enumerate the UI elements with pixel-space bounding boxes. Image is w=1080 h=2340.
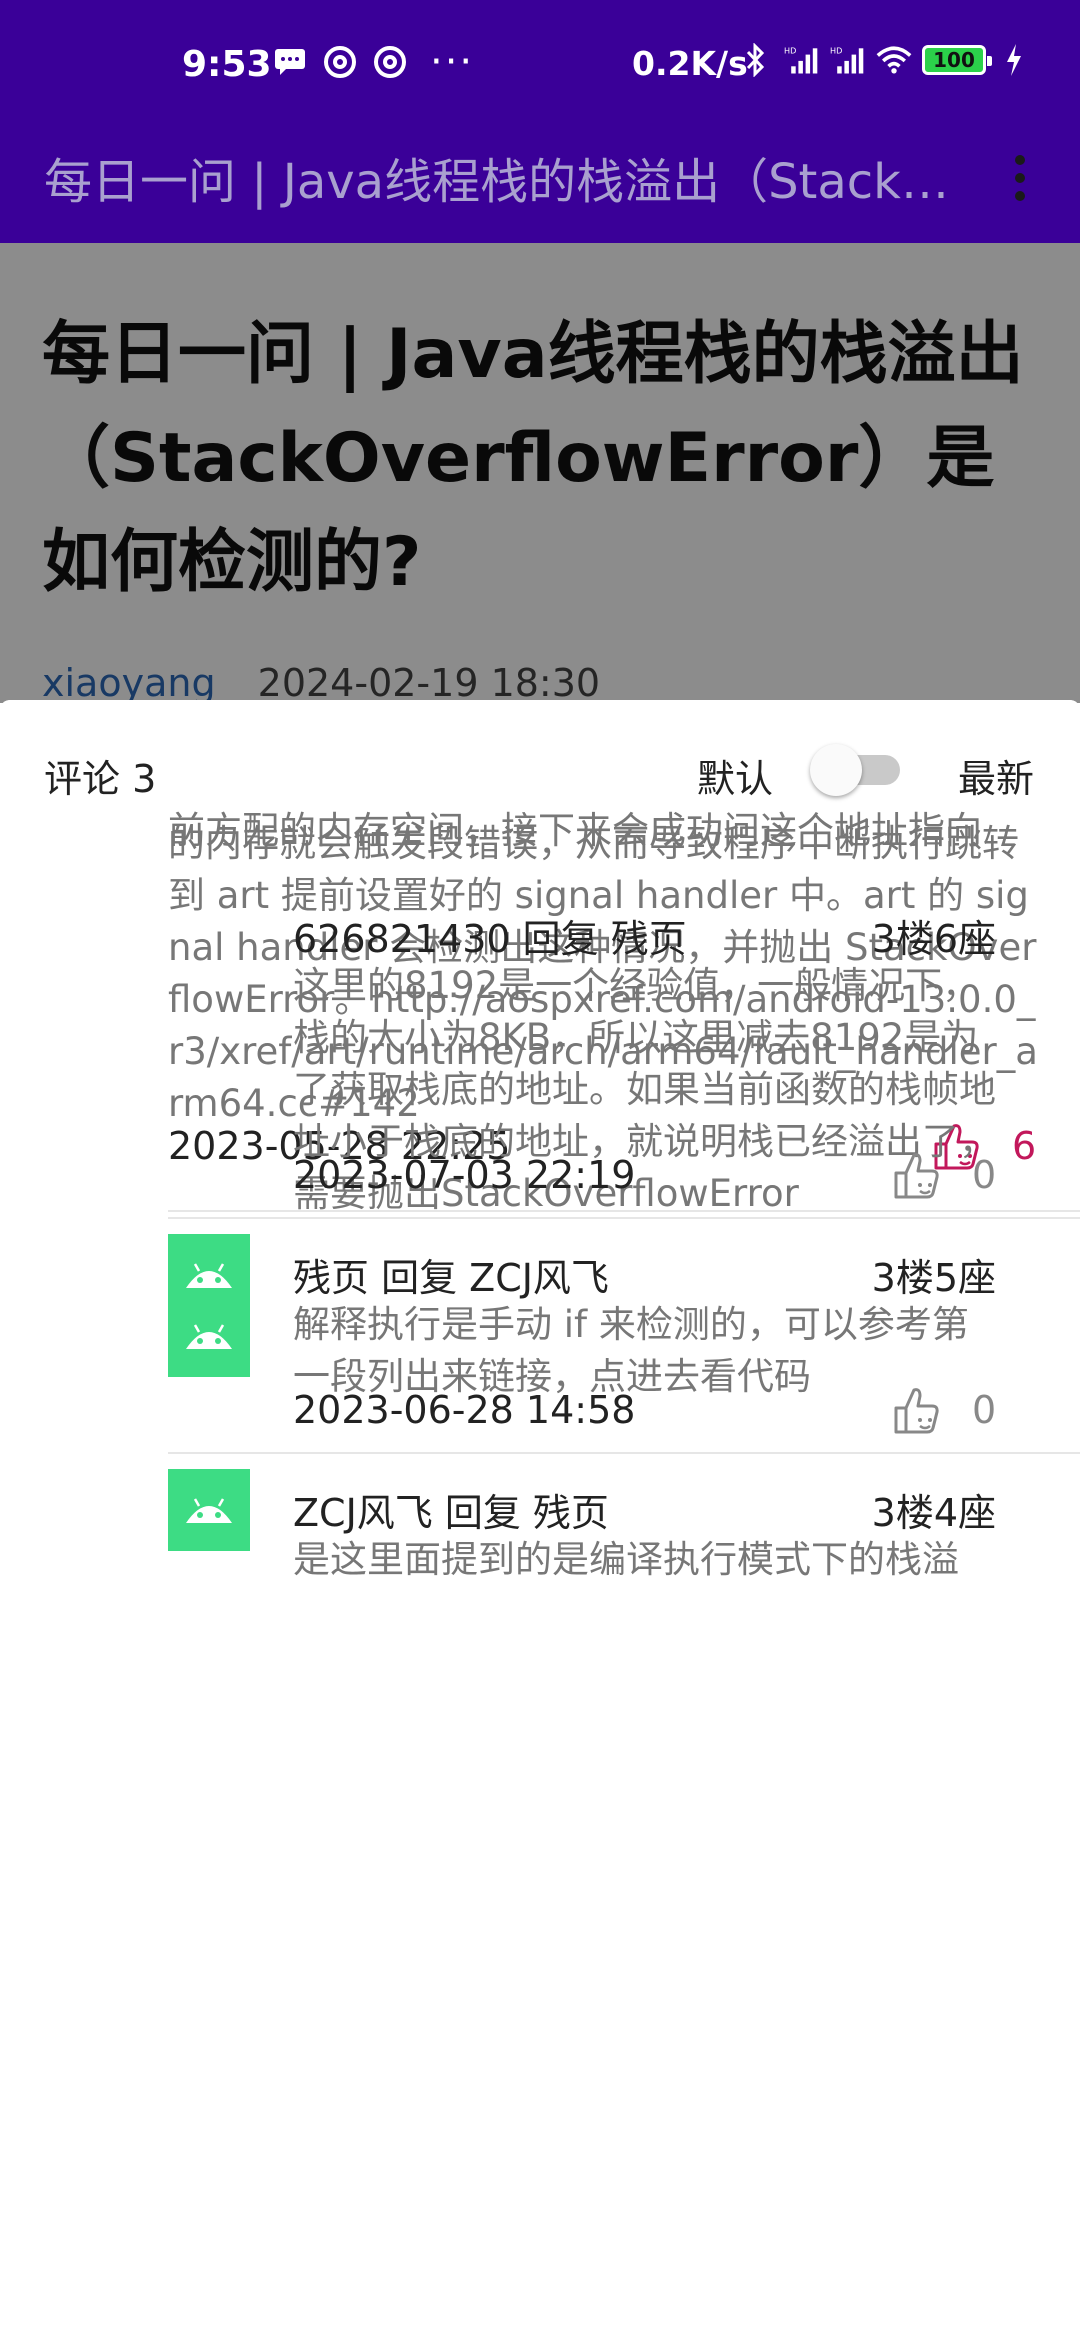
android-avatar-icon[interactable] [168, 1469, 250, 1551]
charging-icon [996, 42, 1032, 78]
status-bar: 9:53 ··· 0.2K/s HD HD 100 [0, 0, 1080, 128]
sort-latest-label[interactable]: 最新 [958, 748, 1034, 803]
at-icon [322, 44, 358, 80]
reply-floor: 3楼5座 [871, 1256, 996, 1300]
reply-header: 626821430 回复 残页 [293, 917, 687, 961]
status-time: 9:53 [182, 44, 272, 85]
signal-hd-icon: HD [784, 42, 820, 78]
reply-floor: 3楼4座 [871, 1491, 996, 1535]
scrim-overlay[interactable] [0, 243, 1080, 703]
toggle-thumb [810, 744, 862, 796]
comments-header: 评论 3 默认 最新 [0, 700, 1080, 810]
signal-hd-icon: HD [830, 42, 866, 78]
divider [168, 1452, 1080, 1454]
message-icon [272, 44, 308, 80]
like-icon[interactable] [890, 1147, 946, 1203]
like-count: 6 [1012, 1124, 1037, 1168]
system-icons: HD HD 100 [738, 42, 1032, 78]
svg-text:HD: HD [784, 46, 796, 56]
bluetooth-icon [738, 42, 774, 78]
overflow-menu-button[interactable] [1000, 143, 1040, 213]
reply-body: 是这里面提到的是编译执行模式下的栈溢 [293, 1538, 959, 1581]
reply-header: ZCJ风飞 回复 残页 [293, 1491, 609, 1535]
like-icon[interactable] [890, 1382, 946, 1438]
more-dots-icon: ··· [430, 39, 475, 85]
notification-icons: ··· [272, 39, 475, 85]
at-icon [372, 44, 408, 80]
sort-default-label[interactable]: 默认 [697, 748, 773, 803]
sort-toggle[interactable] [810, 744, 902, 796]
like-count: 0 [972, 1153, 997, 1197]
more-vert-icon [1015, 155, 1025, 165]
comments-sheet: 评论 3 默认 最新 前方配的内存空间，接下来会成功问这个地址指向 的内存就会触… [0, 700, 1080, 2340]
battery-icon: 100 [922, 45, 992, 75]
divider [168, 1217, 1080, 1219]
reply-header: 残页 回复 ZCJ风飞 [293, 1256, 609, 1300]
svg-text:HD: HD [830, 46, 842, 56]
toolbar-title: 每日一问 | Java线程栈的栈溢出（StackOverflowError）是如… [44, 154, 964, 210]
like-count: 0 [972, 1388, 997, 1432]
reply-time: 2023-06-28 14:58 [293, 1388, 636, 1432]
reply-time: 2023-07-03 22:19 [293, 1153, 636, 1197]
app-toolbar: 每日一问 | Java线程栈的栈溢出（StackOverflowError）是如… [0, 128, 1080, 243]
network-speed: 0.2K/s [632, 44, 748, 83]
reply-floor: 3楼6座 [871, 917, 996, 961]
android-avatar-icon[interactable] [168, 1234, 250, 1316]
comments-count: 评论 3 [44, 757, 157, 801]
wifi-icon [876, 42, 912, 78]
